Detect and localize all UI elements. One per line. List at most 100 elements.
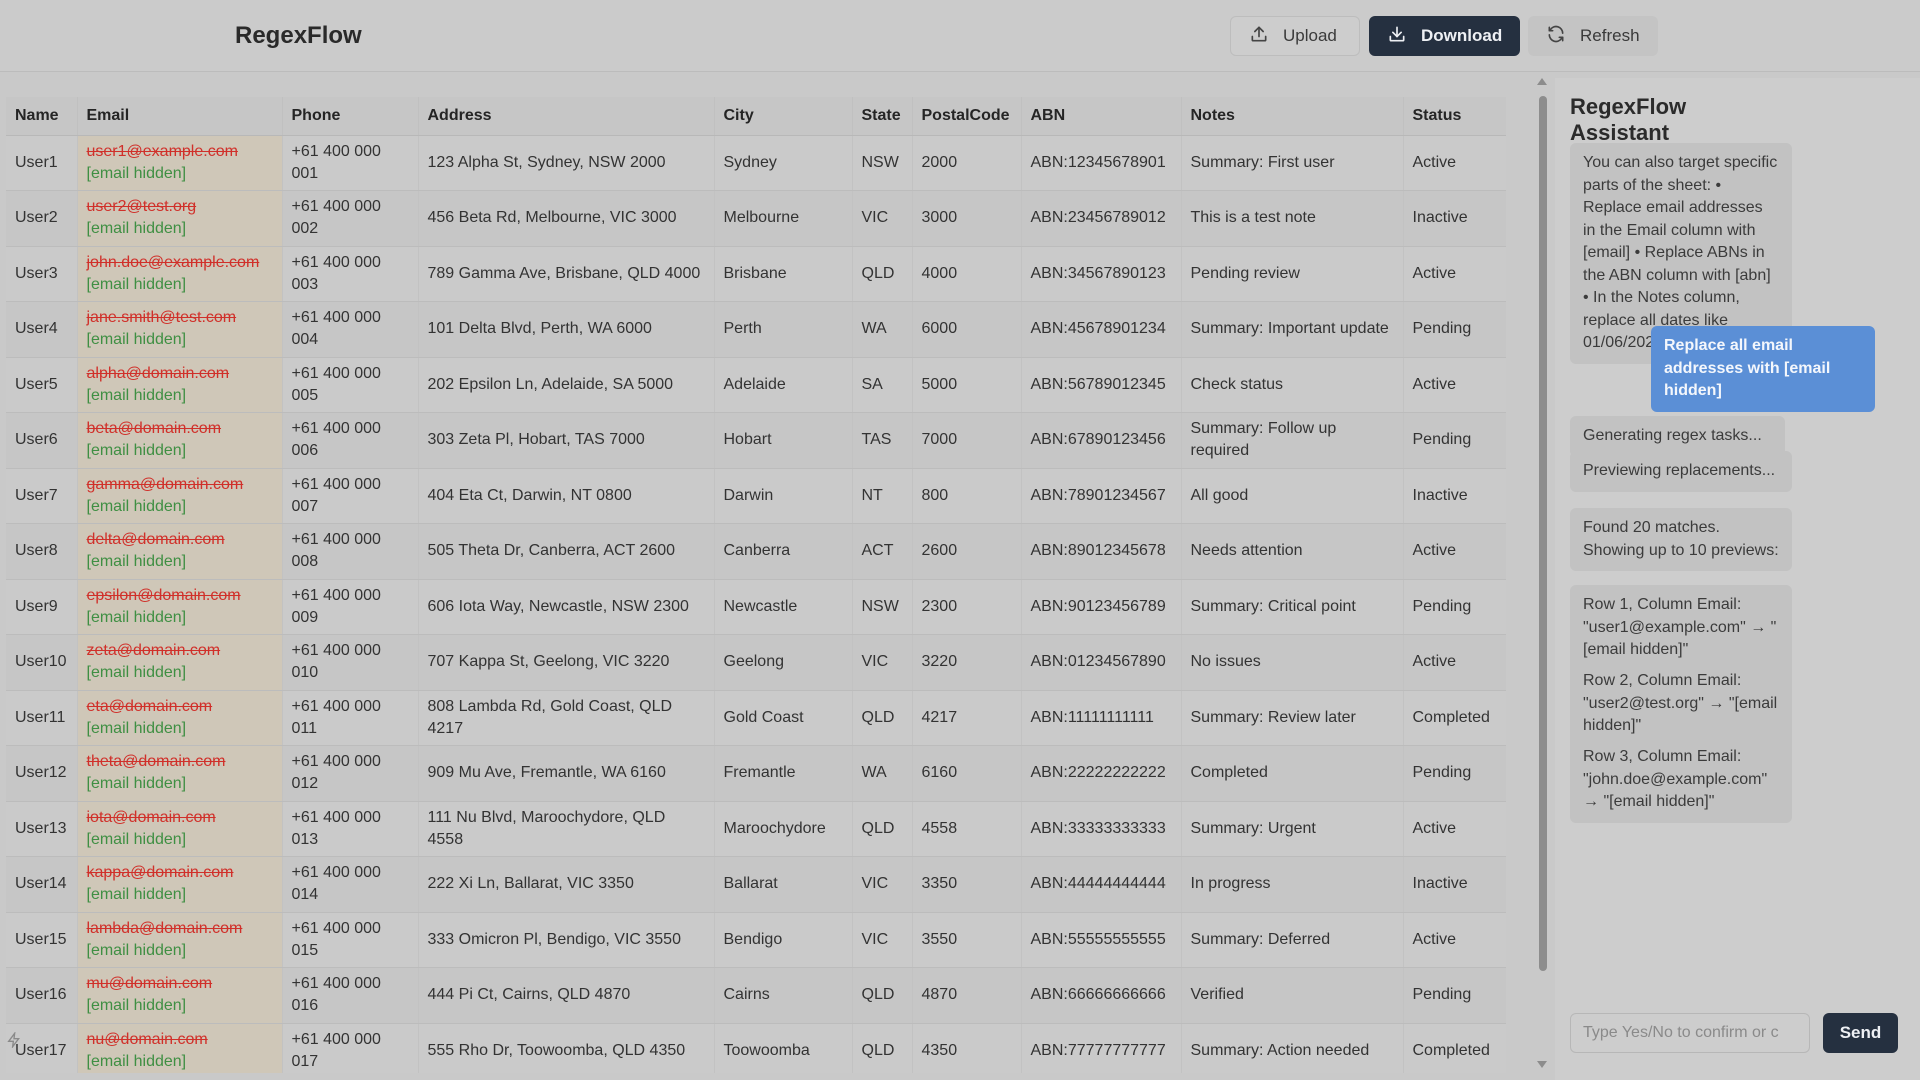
cell-abn[interactable]: ABN:89012345678 [1021, 523, 1182, 580]
table-row[interactable]: User12 theta@domain.com [email hidden] +61 … [6, 745, 1506, 802]
cell-status[interactable]: Active [1403, 912, 1506, 968]
cell-notes[interactable]: Needs attention [1181, 523, 1404, 580]
table-row[interactable]: User14 kappa@domain.com [email hidden] +61 … [6, 856, 1506, 913]
cell-postal-code[interactable]: 5000 [912, 357, 1022, 413]
cell-abn[interactable]: ABN:34567890123 [1021, 246, 1182, 302]
cell-address[interactable]: 333 Omicron Pl, Bendigo, VIC 3550 [418, 912, 715, 968]
table-row[interactable]: User4 jane.smith@test.com [email hidden] +6… [6, 301, 1506, 358]
cell-postal-code[interactable]: 6000 [912, 301, 1022, 358]
cell-city[interactable]: Geelong [714, 634, 853, 691]
cell-postal-code[interactable]: 3220 [912, 634, 1022, 691]
cell-city[interactable]: Canberra [714, 523, 853, 580]
cell-abn[interactable]: ABN:11111111111 [1021, 690, 1182, 746]
cell-phone[interactable]: +61 400 000 003 [282, 246, 419, 302]
bolt-icon[interactable] [6, 1030, 22, 1050]
cell-status[interactable]: Pending [1403, 745, 1506, 802]
scroll-down-arrow-icon[interactable] [1537, 1061, 1547, 1068]
cell-postal-code[interactable]: 2600 [912, 523, 1022, 580]
cell-email[interactable]: lambda@domain.com [email hidden] [77, 912, 283, 968]
cell-notes[interactable]: Completed [1181, 745, 1404, 802]
cell-email[interactable]: gamma@domain.com [email hidden] [77, 468, 283, 524]
table-row[interactable]: User7 gamma@domain.com [email hidden] +61 4… [6, 468, 1506, 524]
cell-notes[interactable]: Summary: Critical point [1181, 579, 1404, 635]
cell-email[interactable]: theta@domain.com [email hidden] [77, 745, 283, 802]
cell-address[interactable]: 456 Beta Rd, Melbourne, VIC 3000 [418, 190, 715, 247]
cell-phone[interactable]: +61 400 000 013 [282, 801, 419, 857]
column-header-notes[interactable]: Notes [1181, 97, 1404, 136]
cell-notes[interactable]: Summary: Follow up required [1181, 412, 1404, 469]
cell-phone[interactable]: +61 400 000 004 [282, 301, 419, 358]
table-row[interactable]: User1 user1@example.com [email hidden] +61 … [6, 135, 1506, 191]
cell-notes[interactable]: Summary: Deferred [1181, 912, 1404, 968]
cell-status[interactable]: Pending [1403, 301, 1506, 358]
column-header-abn[interactable]: ABN [1021, 97, 1182, 136]
cell-postal-code[interactable]: 2000 [912, 135, 1022, 191]
cell-name[interactable]: User1 [6, 135, 78, 191]
cell-postal-code[interactable]: 7000 [912, 412, 1022, 469]
cell-city[interactable]: Gold Coast [714, 690, 853, 746]
cell-email[interactable]: zeta@domain.com [email hidden] [77, 634, 283, 691]
cell-name[interactable]: User8 [6, 523, 78, 580]
cell-state[interactable]: QLD [852, 690, 913, 746]
cell-postal-code[interactable]: 3350 [912, 856, 1022, 913]
cell-name[interactable]: User9 [6, 579, 78, 635]
cell-email[interactable]: epsilon@domain.com [email hidden] [77, 579, 283, 635]
column-header-city[interactable]: City [714, 97, 853, 136]
cell-phone[interactable]: +61 400 000 002 [282, 190, 419, 247]
cell-state[interactable]: QLD [852, 801, 913, 857]
table-row[interactable]: User8 delta@domain.com [email hidden] +61 4… [6, 523, 1506, 580]
cell-name[interactable]: User7 [6, 468, 78, 524]
cell-name[interactable]: User10 [6, 634, 78, 691]
cell-status[interactable]: Completed [1403, 1023, 1506, 1073]
cell-postal-code[interactable]: 3000 [912, 190, 1022, 247]
cell-abn[interactable]: ABN:56789012345 [1021, 357, 1182, 413]
cell-status[interactable]: Pending [1403, 412, 1506, 469]
cell-city[interactable]: Toowoomba [714, 1023, 853, 1073]
cell-state[interactable]: WA [852, 745, 913, 802]
cell-email[interactable]: beta@domain.com [email hidden] [77, 412, 283, 469]
cell-address[interactable]: 789 Gamma Ave, Brisbane, QLD 4000 [418, 246, 715, 302]
cell-state[interactable]: QLD [852, 246, 913, 302]
cell-status[interactable]: Pending [1403, 967, 1506, 1024]
cell-phone[interactable]: +61 400 000 001 [282, 135, 419, 191]
cell-email[interactable]: kappa@domain.com [email hidden] [77, 856, 283, 913]
cell-state[interactable]: SA [852, 357, 913, 413]
cell-address[interactable]: 202 Epsilon Ln, Adelaide, SA 5000 [418, 357, 715, 413]
cell-postal-code[interactable]: 4350 [912, 1023, 1022, 1073]
cell-abn[interactable]: ABN:90123456789 [1021, 579, 1182, 635]
cell-address[interactable]: 222 Xi Ln, Ballarat, VIC 3350 [418, 856, 715, 913]
cell-address[interactable]: 909 Mu Ave, Fremantle, WA 6160 [418, 745, 715, 802]
cell-address[interactable]: 707 Kappa St, Geelong, VIC 3220 [418, 634, 715, 691]
table-row[interactable]: User2 user2@test.org [email hidden] +61 400… [6, 190, 1506, 247]
cell-postal-code[interactable]: 3550 [912, 912, 1022, 968]
cell-address[interactable]: 123 Alpha St, Sydney, NSW 2000 [418, 135, 715, 191]
cell-city[interactable]: Cairns [714, 967, 853, 1024]
cell-city[interactable]: Darwin [714, 468, 853, 524]
cell-phone[interactable]: +61 400 000 011 [282, 690, 419, 746]
table-row[interactable]: User11 eta@domain.com [email hidden] +61 40… [6, 690, 1506, 746]
cell-status[interactable]: Active [1403, 634, 1506, 691]
cell-name[interactable]: User14 [6, 856, 78, 913]
cell-abn[interactable]: ABN:22222222222 [1021, 745, 1182, 802]
cell-status[interactable]: Active [1403, 246, 1506, 302]
cell-address[interactable]: 606 Iota Way, Newcastle, NSW 2300 [418, 579, 715, 635]
refresh-button[interactable]: Refresh [1528, 16, 1658, 56]
cell-city[interactable]: Perth [714, 301, 853, 358]
cell-abn[interactable]: ABN:33333333333 [1021, 801, 1182, 857]
table-row[interactable]: User10 zeta@domain.com [email hidden] +61 4… [6, 634, 1506, 691]
cell-phone[interactable]: +61 400 000 009 [282, 579, 419, 635]
cell-state[interactable]: NSW [852, 579, 913, 635]
cell-state[interactable]: VIC [852, 634, 913, 691]
cell-phone[interactable]: +61 400 000 010 [282, 634, 419, 691]
cell-city[interactable]: Fremantle [714, 745, 853, 802]
table-row[interactable]: User6 beta@domain.com [email hidden] +61 40… [6, 412, 1506, 469]
table-row[interactable]: User17 nu@domain.com [email hidden] +61 400… [6, 1023, 1506, 1073]
cell-state[interactable]: VIC [852, 912, 913, 968]
cell-status[interactable]: Inactive [1403, 190, 1506, 247]
cell-city[interactable]: Bendigo [714, 912, 853, 968]
cell-notes[interactable]: Summary: Important update [1181, 301, 1404, 358]
column-header-state[interactable]: State [852, 97, 913, 136]
download-button[interactable]: Download [1369, 16, 1520, 56]
cell-address[interactable]: 404 Eta Ct, Darwin, NT 0800 [418, 468, 715, 524]
cell-email[interactable]: nu@domain.com [email hidden] [77, 1023, 283, 1073]
